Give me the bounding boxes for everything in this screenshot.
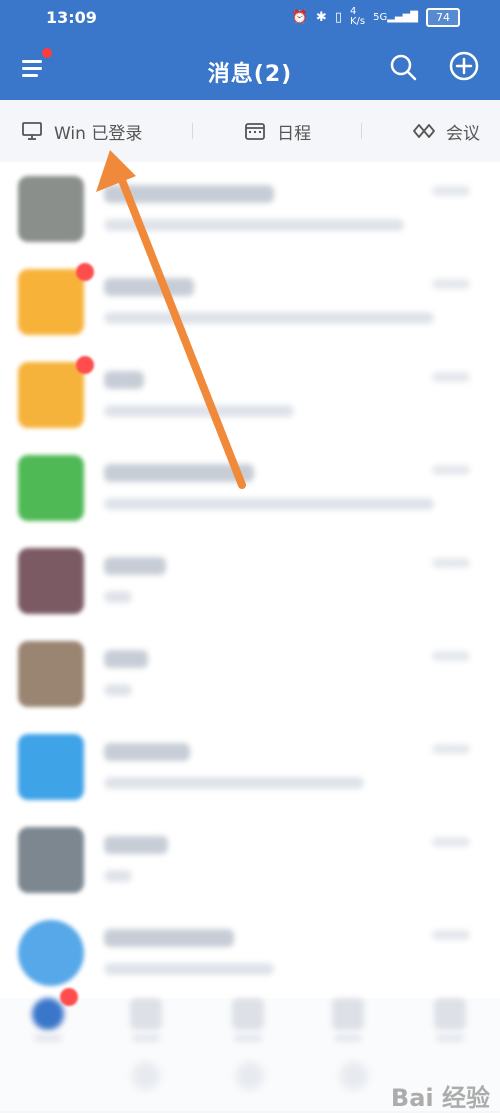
tab-label-placeholder xyxy=(34,1034,62,1042)
list-item[interactable] xyxy=(0,813,500,906)
unread-badge xyxy=(60,988,78,1006)
avatar xyxy=(18,641,84,707)
tab-label-placeholder xyxy=(132,1034,160,1042)
message-preview-placeholder xyxy=(104,963,274,975)
avatar xyxy=(18,920,84,986)
signal-icon: 5G▂▄▆█ xyxy=(373,11,418,23)
message-preview-placeholder xyxy=(104,870,132,882)
timestamp-placeholder xyxy=(432,465,470,475)
timestamp-placeholder xyxy=(432,372,470,382)
timestamp-placeholder xyxy=(432,651,470,661)
tab-icon xyxy=(332,998,364,1030)
list-item[interactable] xyxy=(0,255,500,348)
tab-icon xyxy=(130,998,162,1030)
win-login-item[interactable]: Win 已登录 xyxy=(0,119,162,144)
message-preview-placeholder xyxy=(104,591,132,603)
watermark: Bai 经验 xyxy=(390,1084,490,1112)
message-preview-placeholder xyxy=(104,684,132,696)
timestamp-placeholder xyxy=(432,837,470,847)
timestamp-placeholder xyxy=(432,279,470,289)
list-item[interactable] xyxy=(0,906,500,999)
avatar xyxy=(18,269,84,335)
page-title: 消息(2) xyxy=(207,62,293,87)
contact-name-placeholder xyxy=(104,278,194,296)
list-item[interactable] xyxy=(0,720,500,813)
calendar-item[interactable]: 日程 xyxy=(223,119,331,144)
status-time: 13:09 xyxy=(46,8,97,27)
contact-name-placeholder xyxy=(104,743,190,761)
tab-2[interactable] xyxy=(116,998,176,1048)
list-item[interactable] xyxy=(0,534,500,627)
tab-messages[interactable] xyxy=(18,988,78,1048)
divider xyxy=(192,123,194,139)
contact-name-placeholder xyxy=(104,650,148,668)
list-item[interactable] xyxy=(0,627,500,720)
search-button[interactable] xyxy=(388,52,418,82)
unread-badge xyxy=(76,356,94,374)
tab-label-placeholder xyxy=(436,1034,464,1042)
avatar xyxy=(18,734,84,800)
speed-indicator: 4 K/s xyxy=(349,6,366,27)
add-circle-icon xyxy=(449,51,479,81)
tab-5[interactable] xyxy=(420,998,480,1048)
nav-recent-button[interactable] xyxy=(340,1062,368,1090)
timestamp-placeholder xyxy=(432,186,470,196)
avatar xyxy=(18,548,84,614)
tab-icon xyxy=(232,998,264,1030)
message-preview-placeholder xyxy=(104,219,404,231)
message-list xyxy=(0,162,500,998)
avatar xyxy=(18,455,84,521)
alarm-icon: ⏰ xyxy=(291,9,308,25)
tab-icon xyxy=(434,998,466,1030)
message-preview-placeholder xyxy=(104,498,434,510)
status-icons: ⏰ ✱ ▯ 4 K/s 5G▂▄▆█ 74 xyxy=(292,7,460,27)
timestamp-placeholder xyxy=(432,744,470,754)
tab-label-placeholder xyxy=(334,1034,362,1042)
calendar-icon xyxy=(245,123,266,140)
meeting-label: 会议 xyxy=(445,123,480,144)
quick-bar: Win 已登录 日程 会议 xyxy=(0,100,500,163)
avatar xyxy=(18,176,84,242)
bluetooth-icon: ✱ xyxy=(315,9,327,25)
monitor-icon xyxy=(22,122,42,140)
contact-name-placeholder xyxy=(104,464,254,482)
add-button[interactable] xyxy=(448,50,480,82)
bottom-bar: Bai 经验 xyxy=(0,988,500,1112)
tab-4[interactable] xyxy=(318,998,378,1048)
search-icon xyxy=(390,54,417,81)
nav-back-button[interactable] xyxy=(132,1062,160,1090)
contact-name-placeholder xyxy=(104,185,274,203)
app-bar: 13:09 ⏰ ✱ ▯ 4 K/s 5G▂▄▆█ 74 消息(2) xyxy=(0,0,500,100)
message-preview-placeholder xyxy=(104,405,294,417)
contact-name-placeholder xyxy=(104,371,144,389)
nav-home-button[interactable] xyxy=(236,1062,264,1090)
divider xyxy=(361,123,363,139)
message-preview-placeholder xyxy=(104,312,434,324)
contact-name-placeholder xyxy=(104,557,166,575)
meeting-item[interactable]: 会议 xyxy=(392,119,500,144)
calendar-label: 日程 xyxy=(277,123,312,144)
list-item[interactable] xyxy=(0,441,500,534)
win-login-label: Win 已登录 xyxy=(54,123,143,144)
message-preview-placeholder xyxy=(104,777,364,789)
tab-3[interactable] xyxy=(218,998,278,1048)
status-bar: 13:09 ⏰ ✱ ▯ 4 K/s 5G▂▄▆█ 74 xyxy=(0,0,500,36)
messages-tab-icon xyxy=(32,998,64,1030)
vibrate-icon: ▯ xyxy=(334,9,342,25)
avatar xyxy=(18,827,84,893)
meeting-icon xyxy=(413,124,435,138)
timestamp-placeholder xyxy=(432,558,470,568)
list-item[interactable] xyxy=(0,348,500,441)
tab-label-placeholder xyxy=(234,1034,262,1042)
contact-name-placeholder xyxy=(104,836,168,854)
contact-name-placeholder xyxy=(104,929,234,947)
timestamp-placeholder xyxy=(432,930,470,940)
unread-badge xyxy=(76,263,94,281)
list-item[interactable] xyxy=(0,162,500,255)
avatar xyxy=(18,362,84,428)
battery-indicator: 74 xyxy=(426,7,460,27)
